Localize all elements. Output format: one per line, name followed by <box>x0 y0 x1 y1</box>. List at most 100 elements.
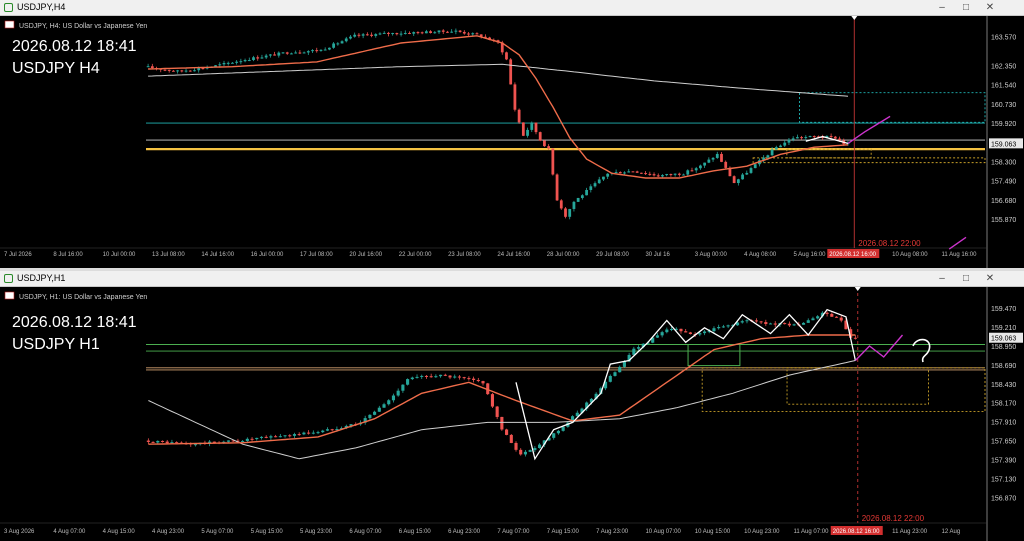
candle-body <box>787 139 791 143</box>
candle-body <box>151 441 155 443</box>
chart-area-h4[interactable]: 163.570 162.350 161.540 160.730 159.920 159.0… <box>0 16 1024 268</box>
candle-body <box>373 411 377 415</box>
candle-body <box>568 208 572 217</box>
candle-body <box>811 318 815 321</box>
candle-body <box>490 394 494 407</box>
ma-slow-line <box>148 63 849 97</box>
minimize-button[interactable]: – <box>932 272 952 285</box>
close-button[interactable]: ✕ <box>980 1 1000 14</box>
candle-body <box>791 138 795 140</box>
candle-body <box>357 34 361 36</box>
time-tick-label: 13 Jul 08:00 <box>152 252 185 258</box>
period-marker-icon <box>851 16 858 20</box>
candle-body <box>652 174 656 176</box>
candle-body <box>530 122 534 130</box>
candle-body <box>165 441 169 444</box>
candle-body <box>462 31 466 34</box>
candle-body <box>434 376 438 378</box>
ma-fast-line <box>148 35 849 179</box>
candle-body <box>321 430 325 433</box>
candle-body <box>593 183 597 187</box>
candle-body <box>273 54 276 56</box>
candle-body <box>614 172 618 174</box>
candle-body <box>792 324 796 326</box>
chart-area-h1[interactable]: 159.470 159.210 159.063 158.950 158.690 158.4… <box>0 287 1024 541</box>
candle-body <box>481 381 485 384</box>
candle-body <box>589 186 593 190</box>
price-tick-label: 157.130 <box>991 476 1016 483</box>
candle-body <box>245 438 249 441</box>
price-tick-label: 157.490 <box>991 179 1016 186</box>
candle-body <box>256 57 260 59</box>
candle-body <box>264 55 268 58</box>
candle-body <box>834 316 839 318</box>
candle-body <box>665 174 669 176</box>
candle-body <box>635 171 639 173</box>
candle-body <box>283 435 287 437</box>
candle-body <box>673 173 677 175</box>
candle-body <box>336 43 340 45</box>
candle-body <box>538 444 542 449</box>
maximize-button[interactable]: □ <box>956 1 976 14</box>
candle-body <box>682 174 685 176</box>
candle-body <box>278 436 282 438</box>
candle-body <box>353 34 357 37</box>
candle-body <box>702 331 707 334</box>
candle-body <box>172 70 175 72</box>
candle-body <box>686 170 690 175</box>
price-tick-label: 155.870 <box>991 217 1016 224</box>
candle-body <box>188 70 192 72</box>
candle-body <box>415 376 419 378</box>
candle-body <box>475 33 479 35</box>
candle-body <box>340 41 344 44</box>
candle-body <box>399 33 403 35</box>
candle-body <box>779 145 782 148</box>
maximize-button[interactable]: □ <box>956 272 976 285</box>
candle-body <box>684 331 688 333</box>
candle-body <box>551 148 555 175</box>
candle-body <box>443 374 447 376</box>
time-badge-label: 2026.08.12 16:00 <box>829 252 876 258</box>
candle-body <box>632 348 636 355</box>
candle-body <box>218 64 222 66</box>
candle-body <box>328 47 331 50</box>
overlay-datetime: 2026.08.12 18:41 <box>12 38 137 55</box>
candle-body <box>665 329 669 333</box>
chart-window-icon <box>4 3 13 12</box>
candle-body <box>538 132 542 141</box>
time-tick-label: 16 Jul 00:00 <box>251 252 284 258</box>
overlay-symbol: USDJPY H1 <box>12 336 100 353</box>
time-tick-label: 30 Jul 16 <box>645 252 670 258</box>
candle-body <box>509 434 513 443</box>
candle-body <box>715 153 719 158</box>
chart-window-icon <box>4 274 13 283</box>
candle-body <box>766 155 770 158</box>
candle-body <box>721 326 725 328</box>
candle-body <box>420 375 424 377</box>
price-tick-label: 159.470 <box>991 306 1016 313</box>
candle-body <box>753 164 757 169</box>
candle-body <box>853 337 857 339</box>
candle-body <box>688 332 692 335</box>
minimize-button[interactable]: – <box>932 1 952 14</box>
candle-body <box>597 179 601 184</box>
plot-layer: 163.570 162.350 161.540 160.730 159.920 159.0… <box>0 16 1023 268</box>
time-tick-label: 6 Aug 23:00 <box>448 529 481 535</box>
close-button[interactable]: ✕ <box>980 272 1000 285</box>
candle-body <box>297 434 301 436</box>
candle-body <box>564 208 567 217</box>
candle-body <box>660 332 664 336</box>
candle-body <box>277 52 281 56</box>
candle-body <box>618 172 622 174</box>
candle-body <box>773 323 777 325</box>
price-tick-label: 157.650 <box>991 439 1016 446</box>
candle-body <box>268 54 272 56</box>
candle-body <box>457 376 462 378</box>
candle-body <box>316 432 320 434</box>
candle-body <box>774 147 778 150</box>
candle-body <box>306 51 310 53</box>
candle-body <box>783 142 787 146</box>
candle-body <box>476 379 480 382</box>
candle-body <box>160 440 165 442</box>
symbol-info: USDJPY, H1: US Dollar vs Japanese Yen <box>19 294 147 301</box>
